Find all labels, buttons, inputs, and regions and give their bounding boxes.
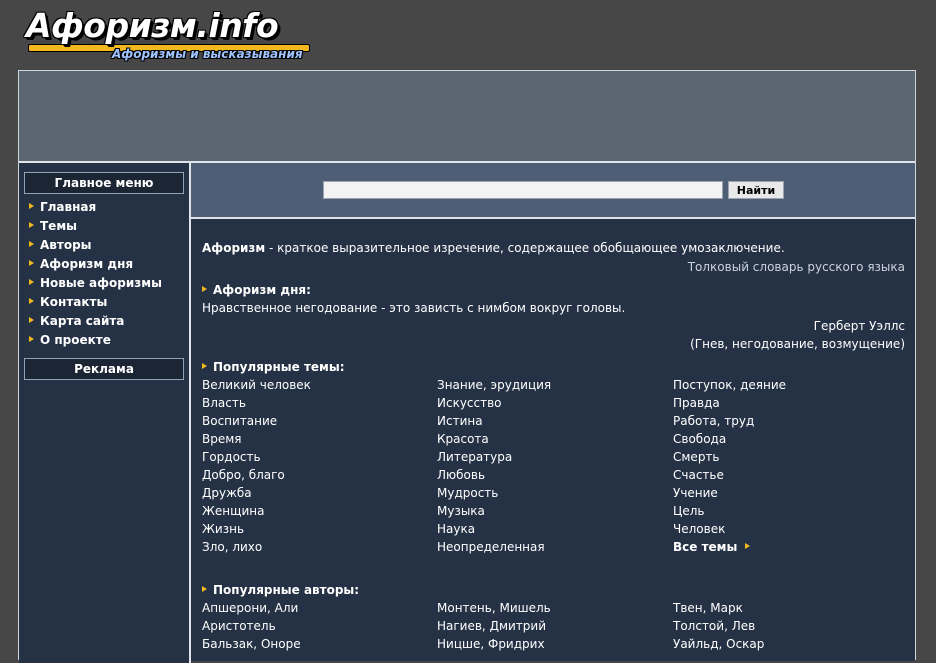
topics-column-2: Знание, эрудиция Искусство Истина Красот… — [437, 376, 667, 556]
author-link[interactable]: Бальзак, Оноре — [202, 635, 432, 653]
arrow-icon — [202, 586, 207, 592]
menu-item-topics[interactable]: Темы — [29, 217, 162, 236]
arrow-icon — [29, 241, 34, 247]
topic-link[interactable]: Литература — [437, 448, 667, 466]
definition-term: Афоризм — [202, 241, 266, 255]
arrow-icon — [29, 317, 34, 323]
popular-topics-heading: Популярные темы: — [202, 360, 345, 374]
topic-link[interactable]: Правда — [673, 394, 903, 412]
topic-link[interactable]: Время — [202, 430, 432, 448]
arrow-icon — [744, 543, 750, 549]
author-link[interactable]: Ницше, Фридрих — [437, 635, 667, 653]
topic-link[interactable]: Истина — [437, 412, 667, 430]
logo-title: Афоризм.info — [26, 6, 279, 45]
definition-text: - краткое выразительное изречение, содер… — [265, 241, 785, 255]
menu-item-authors[interactable]: Авторы — [29, 236, 162, 255]
logo-subtitle: Афоризмы и высказывания — [112, 47, 303, 61]
aphorism-day-author[interactable]: Герберт Уэллс — [814, 319, 905, 333]
aphorism-day-tags[interactable]: (Гнев, негодование, возмущение) — [690, 337, 905, 351]
definition: Афоризм - краткое выразительное изречени… — [202, 241, 785, 255]
main-menu: Главная Темы Авторы Афоризм дня Новые аф… — [29, 198, 162, 350]
topic-link[interactable]: Женщина — [202, 502, 432, 520]
main-content: Афоризм - краткое выразительное изречени… — [191, 219, 915, 661]
topic-link[interactable]: Любовь — [437, 466, 667, 484]
author-link[interactable]: Апшерони, Али — [202, 599, 432, 617]
arrow-icon — [29, 298, 34, 304]
topics-column-3: Поступок, деяние Правда Работа, труд Сво… — [673, 376, 903, 556]
arrow-icon — [29, 279, 34, 285]
menu-item-new-aphorisms[interactable]: Новые афоризмы — [29, 274, 162, 293]
author-link[interactable]: Монтень, Мишель — [437, 599, 667, 617]
topic-link[interactable]: Работа, труд — [673, 412, 903, 430]
search-button[interactable]: Найти — [728, 181, 784, 199]
site-header: Афоризм.info Афоризмы и высказывания — [0, 0, 936, 70]
ads-title: Реклама — [24, 358, 184, 380]
arrow-icon — [202, 363, 207, 369]
topic-link[interactable]: Красота — [437, 430, 667, 448]
topic-link[interactable]: Цель — [673, 502, 903, 520]
author-link[interactable]: Уайльд, Оскар — [673, 635, 903, 653]
menu-item-about[interactable]: О проекте — [29, 331, 162, 350]
menu-item-contacts[interactable]: Контакты — [29, 293, 162, 312]
aphorism-day-heading: Афоризм дня: — [202, 283, 311, 297]
topic-link[interactable]: Наука — [437, 520, 667, 538]
topic-link[interactable]: Власть — [202, 394, 432, 412]
all-topics-link[interactable]: Все темы — [673, 538, 903, 556]
author-link[interactable]: Твен, Марк — [673, 599, 903, 617]
menu-item-aphorism-of-day[interactable]: Афоризм дня — [29, 255, 162, 274]
topic-link[interactable]: Свобода — [673, 430, 903, 448]
topic-link[interactable]: Учение — [673, 484, 903, 502]
search-input[interactable] — [323, 181, 723, 199]
arrow-icon — [29, 260, 34, 266]
page-frame: Главное меню Главная Темы Авторы Афоризм… — [18, 70, 916, 663]
menu-item-sitemap[interactable]: Карта сайта — [29, 312, 162, 331]
topic-link[interactable]: Счастье — [673, 466, 903, 484]
arrow-icon — [202, 286, 207, 292]
topic-link[interactable]: Неопределенная — [437, 538, 667, 556]
search-bar: Найти — [191, 163, 915, 219]
topic-link[interactable]: Гордость — [202, 448, 432, 466]
topic-link[interactable]: Великий человек — [202, 376, 432, 394]
topic-link[interactable]: Мудрость — [437, 484, 667, 502]
arrow-icon — [29, 222, 34, 228]
topic-link[interactable]: Дружба — [202, 484, 432, 502]
arrow-icon — [29, 203, 34, 209]
authors-column-3: Твен, Марк Толстой, Лев Уайльд, Оскар — [673, 599, 903, 653]
definition-source: Толковый словарь русского языка — [687, 260, 905, 274]
topic-link[interactable]: Смерть — [673, 448, 903, 466]
menu-item-home[interactable]: Главная — [29, 198, 162, 217]
ad-banner — [19, 71, 915, 163]
site-logo[interactable]: Афоризм.info Афоризмы и высказывания — [26, 6, 316, 66]
author-link[interactable]: Толстой, Лев — [673, 617, 903, 635]
topic-link[interactable]: Знание, эрудиция — [437, 376, 667, 394]
authors-column-2: Монтень, Мишель Нагиев, Дмитрий Ницше, Ф… — [437, 599, 667, 653]
topic-link[interactable]: Поступок, деяние — [673, 376, 903, 394]
popular-authors-heading: Популярные авторы: — [202, 583, 359, 597]
topic-link[interactable]: Зло, лихо — [202, 538, 432, 556]
topic-link[interactable]: Человек — [673, 520, 903, 538]
topic-link[interactable]: Жизнь — [202, 520, 432, 538]
topic-link[interactable]: Воспитание — [202, 412, 432, 430]
topic-link[interactable]: Добро, благо — [202, 466, 432, 484]
topics-column-1: Великий человек Власть Воспитание Время … — [202, 376, 432, 556]
main-menu-title: Главное меню — [24, 172, 184, 194]
topic-link[interactable]: Искусство — [437, 394, 667, 412]
topic-link[interactable]: Музыка — [437, 502, 667, 520]
author-link[interactable]: Нагиев, Дмитрий — [437, 617, 667, 635]
arrow-icon — [29, 336, 34, 342]
author-link[interactable]: Аристотель — [202, 617, 432, 635]
sidebar: Главное меню Главная Темы Авторы Афоризм… — [19, 163, 191, 663]
aphorism-day-quote: Нравственное негодование - это зависть с… — [202, 301, 626, 315]
authors-column-1: Апшерони, Али Аристотель Бальзак, Оноре — [202, 599, 432, 653]
